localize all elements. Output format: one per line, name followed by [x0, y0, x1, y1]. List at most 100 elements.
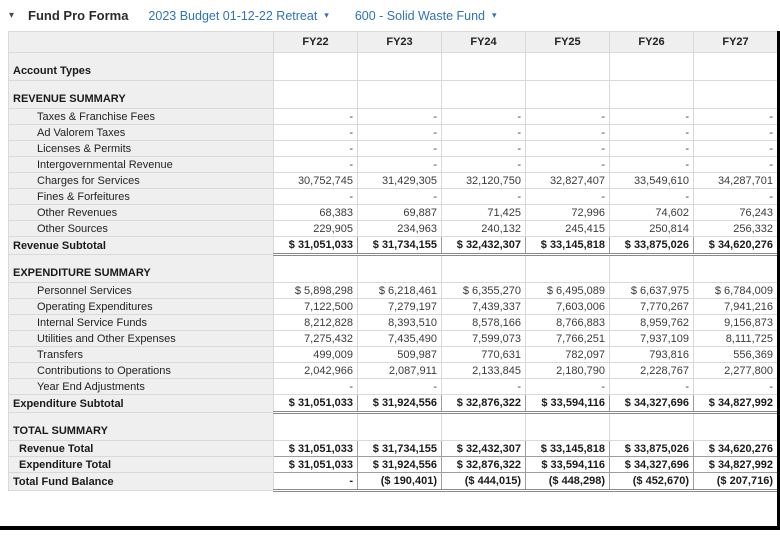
table-row: Charges for Services30,752,74531,429,305…	[9, 173, 778, 189]
table-row: Other Sources229,905234,963240,132245,41…	[9, 221, 778, 237]
row-label: Personnel Services	[9, 283, 274, 299]
table-row: Total Fund Balance-($ 190,401)($ 444,015…	[9, 473, 778, 491]
row-label: EXPENDITURE SUMMARY	[9, 255, 274, 283]
cell-fy25	[526, 81, 610, 109]
cell-fy24: 7,599,073	[442, 331, 526, 347]
cell-fy25: $ 6,495,089	[526, 283, 610, 299]
row-label: Utilities and Other Expenses	[9, 331, 274, 347]
cell-fy25: $ 33,145,818	[526, 237, 610, 255]
cell-fy27: 8,111,725	[694, 331, 778, 347]
cell-fy26: 793,816	[610, 347, 694, 363]
cell-fy27: 556,369	[694, 347, 778, 363]
cell-fy22: -	[274, 379, 358, 395]
row-label: Account Types	[9, 53, 274, 81]
cell-fy26: 7,937,109	[610, 331, 694, 347]
cell-fy26: $ 33,875,026	[610, 237, 694, 255]
cell-fy23: -	[358, 109, 442, 125]
cell-fy24: $ 32,432,307	[442, 237, 526, 255]
cell-fy25: ($ 448,298)	[526, 473, 610, 491]
row-label: REVENUE SUMMARY	[9, 81, 274, 109]
cell-fy24: $ 6,355,270	[442, 283, 526, 299]
cell-fy27: 256,332	[694, 221, 778, 237]
cell-fy24: 770,631	[442, 347, 526, 363]
cell-fy27: 76,243	[694, 205, 778, 221]
cell-fy27: -	[694, 157, 778, 173]
cell-fy25: $ 33,594,116	[526, 395, 610, 413]
collapse-caret-icon[interactable]: ▾	[9, 11, 14, 21]
cell-fy26: $ 33,875,026	[610, 441, 694, 457]
cell-fy25	[526, 413, 610, 441]
cell-fy27: $ 34,827,992	[694, 395, 778, 413]
column-header-fy27: FY27	[694, 32, 778, 53]
row-label: Other Sources	[9, 221, 274, 237]
row-label: TOTAL SUMMARY	[9, 413, 274, 441]
cell-fy22	[274, 81, 358, 109]
cell-fy23: 509,987	[358, 347, 442, 363]
cell-fy23: 31,429,305	[358, 173, 442, 189]
table-row: Revenue Total$ 31,051,033$ 31,734,155 $ 3…	[9, 441, 778, 457]
cell-fy23: -	[358, 125, 442, 141]
cell-fy22: -	[274, 109, 358, 125]
row-label: Revenue Total	[9, 441, 274, 457]
cell-fy24: -	[442, 157, 526, 173]
table-row: Revenue Subtotal$ 31,051,033$ 31,734,155…	[9, 237, 778, 255]
cell-fy23: -	[358, 157, 442, 173]
page-title: Fund Pro Forma	[28, 8, 128, 23]
cell-fy24: $ 32,876,322	[442, 395, 526, 413]
budget-version-dropdown[interactable]: 2023 Budget 01-12-22 Retreat ▾	[148, 9, 328, 23]
cell-fy26	[610, 255, 694, 283]
table-row: EXPENDITURE SUMMARY	[9, 255, 778, 283]
row-label: Total Fund Balance	[9, 473, 274, 491]
cell-fy23: 69,887	[358, 205, 442, 221]
cell-fy26: $ 6,637,975	[610, 283, 694, 299]
row-label: Year End Adjustments	[9, 379, 274, 395]
cell-fy26: 8,959,762	[610, 315, 694, 331]
cell-fy26: ($ 452,670)	[610, 473, 694, 491]
cell-fy22: 30,752,745	[274, 173, 358, 189]
cell-fy26: 33,549,610	[610, 173, 694, 189]
cell-fy25: $ 33,594,116	[526, 457, 610, 473]
cell-fy26	[610, 413, 694, 441]
cell-fy25: 72,996	[526, 205, 610, 221]
cell-fy22: -	[274, 189, 358, 205]
cell-fy27: 34,287,701	[694, 173, 778, 189]
cell-fy24: ($ 444,015)	[442, 473, 526, 491]
cell-fy24: 32,120,750	[442, 173, 526, 189]
table-row: Contributions to Operations2,042,9662,08…	[9, 363, 778, 379]
cell-fy25	[526, 53, 610, 81]
cell-fy25: 8,766,883	[526, 315, 610, 331]
column-header-row: FY22FY23FY24FY25FY26FY27	[9, 32, 778, 53]
cell-fy27: 2,277,800	[694, 363, 778, 379]
cell-fy22: 229,905	[274, 221, 358, 237]
cell-fy24: 71,425	[442, 205, 526, 221]
cell-fy24: -	[442, 379, 526, 395]
cell-fy23: $ 31,734,155	[358, 441, 442, 457]
fund-dropdown[interactable]: 600 - Solid Waste Fund ▾	[355, 9, 497, 23]
cell-fy27: $ 6,784,009	[694, 283, 778, 299]
cell-fy22: $ 31,051,033	[274, 441, 358, 457]
cell-fy27	[694, 413, 778, 441]
cell-fy26	[610, 53, 694, 81]
pro-forma-table: FY22FY23FY24FY25FY26FY27 Account TypesRE…	[8, 31, 778, 492]
cell-fy22	[274, 413, 358, 441]
cell-fy22: -	[274, 157, 358, 173]
budget-version-label: 2023 Budget 01-12-22 Retreat	[148, 9, 317, 23]
row-label: Transfers	[9, 347, 274, 363]
cell-fy23: 2,087,911	[358, 363, 442, 379]
cell-fy27: -	[694, 379, 778, 395]
cell-fy26: 250,814	[610, 221, 694, 237]
row-label: Revenue Subtotal	[9, 237, 274, 255]
cell-fy23: -	[358, 189, 442, 205]
table-row: REVENUE SUMMARY	[9, 81, 778, 109]
cell-fy23: $ 6,218,461	[358, 283, 442, 299]
row-label: Operating Expenditures	[9, 299, 274, 315]
cell-fy23: -	[358, 379, 442, 395]
cell-fy22: $ 31,051,033	[274, 457, 358, 473]
cell-fy25: -	[526, 109, 610, 125]
cell-fy23: ($ 190,401)	[358, 473, 442, 491]
cell-fy26: -	[610, 379, 694, 395]
column-header-fy23: FY23	[358, 32, 442, 53]
cell-fy23: $ 31,734,155	[358, 237, 442, 255]
cell-fy27	[694, 255, 778, 283]
cell-fy22: 68,383	[274, 205, 358, 221]
